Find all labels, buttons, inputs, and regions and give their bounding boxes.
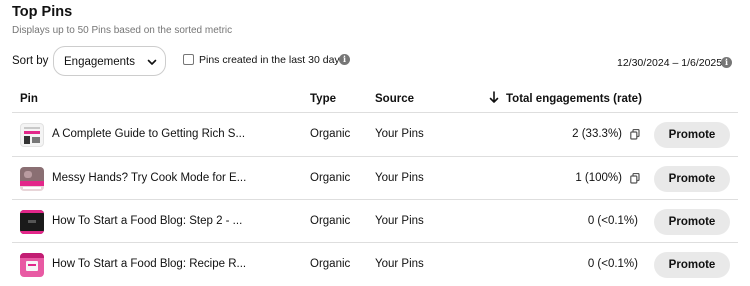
promote-button[interactable]: Promote [654,122,730,148]
arrow-down-icon[interactable] [489,91,499,104]
table-row: How To Start a Food Blog: Recipe R... Or… [12,243,738,286]
copy-icon [630,129,640,140]
pin-thumbnail[interactable] [20,167,44,191]
pin-thumbnail[interactable] [20,210,44,234]
promote-button[interactable]: Promote [654,209,730,235]
pin-type: Organic [310,128,351,140]
section-title: Top Pins [12,4,73,20]
pin-source: Your Pins [375,128,424,140]
pin-thumbnail[interactable] [20,123,44,147]
column-header-pin: Pin [20,93,38,105]
pin-title[interactable]: How To Start a Food Blog: Step 2 - ... [52,215,242,227]
promote-button[interactable]: Promote [654,252,730,278]
table-row: Messy Hands? Try Cook Mode for E... Orga… [12,157,738,200]
pin-title[interactable]: Messy Hands? Try Cook Mode for E... [52,172,246,184]
sort-label: Sort by [12,55,49,67]
promote-button[interactable]: Promote [654,166,730,192]
pin-type: Organic [310,258,351,270]
table-row: How To Start a Food Blog: Step 2 - ... O… [12,200,738,243]
engagement-metric: 2 (33.3%) [572,128,622,140]
pin-title[interactable]: How To Start a Food Blog: Recipe R... [52,258,246,270]
table-row: A Complete Guide to Getting Rich S... Or… [12,113,738,156]
info-icon[interactable]: i [339,54,350,65]
engagement-metric: 0 (<0.1%) [587,258,638,270]
pin-type: Organic [310,215,351,227]
column-header-source: Source [375,93,414,105]
pin-source: Your Pins [375,172,424,184]
column-header-type: Type [310,93,336,105]
copy-icon [630,173,640,184]
column-header-engagements[interactable]: Total engagements (rate) [506,93,642,105]
section-subtitle: Displays up to 50 Pins based on the sort… [12,25,233,36]
last-30-days-checkbox[interactable] [183,54,194,65]
pin-thumbnail[interactable] [20,253,44,277]
sort-select[interactable]: Engagements [53,46,166,76]
engagement-metric: 1 (100%) [575,172,622,184]
chevron-down-icon [147,59,157,65]
pin-title[interactable]: A Complete Guide to Getting Rich S... [52,128,245,140]
date-range[interactable]: 12/30/2024 – 1/6/2025 [617,57,722,69]
pin-source: Your Pins [375,215,424,227]
pin-source: Your Pins [375,258,424,270]
sort-select-value: Engagements [64,56,135,68]
info-icon[interactable]: i [721,57,732,68]
last-30-days-label[interactable]: Pins created in the last 30 days [199,54,345,66]
pin-type: Organic [310,172,351,184]
engagement-metric: 0 (<0.1%) [587,215,638,227]
